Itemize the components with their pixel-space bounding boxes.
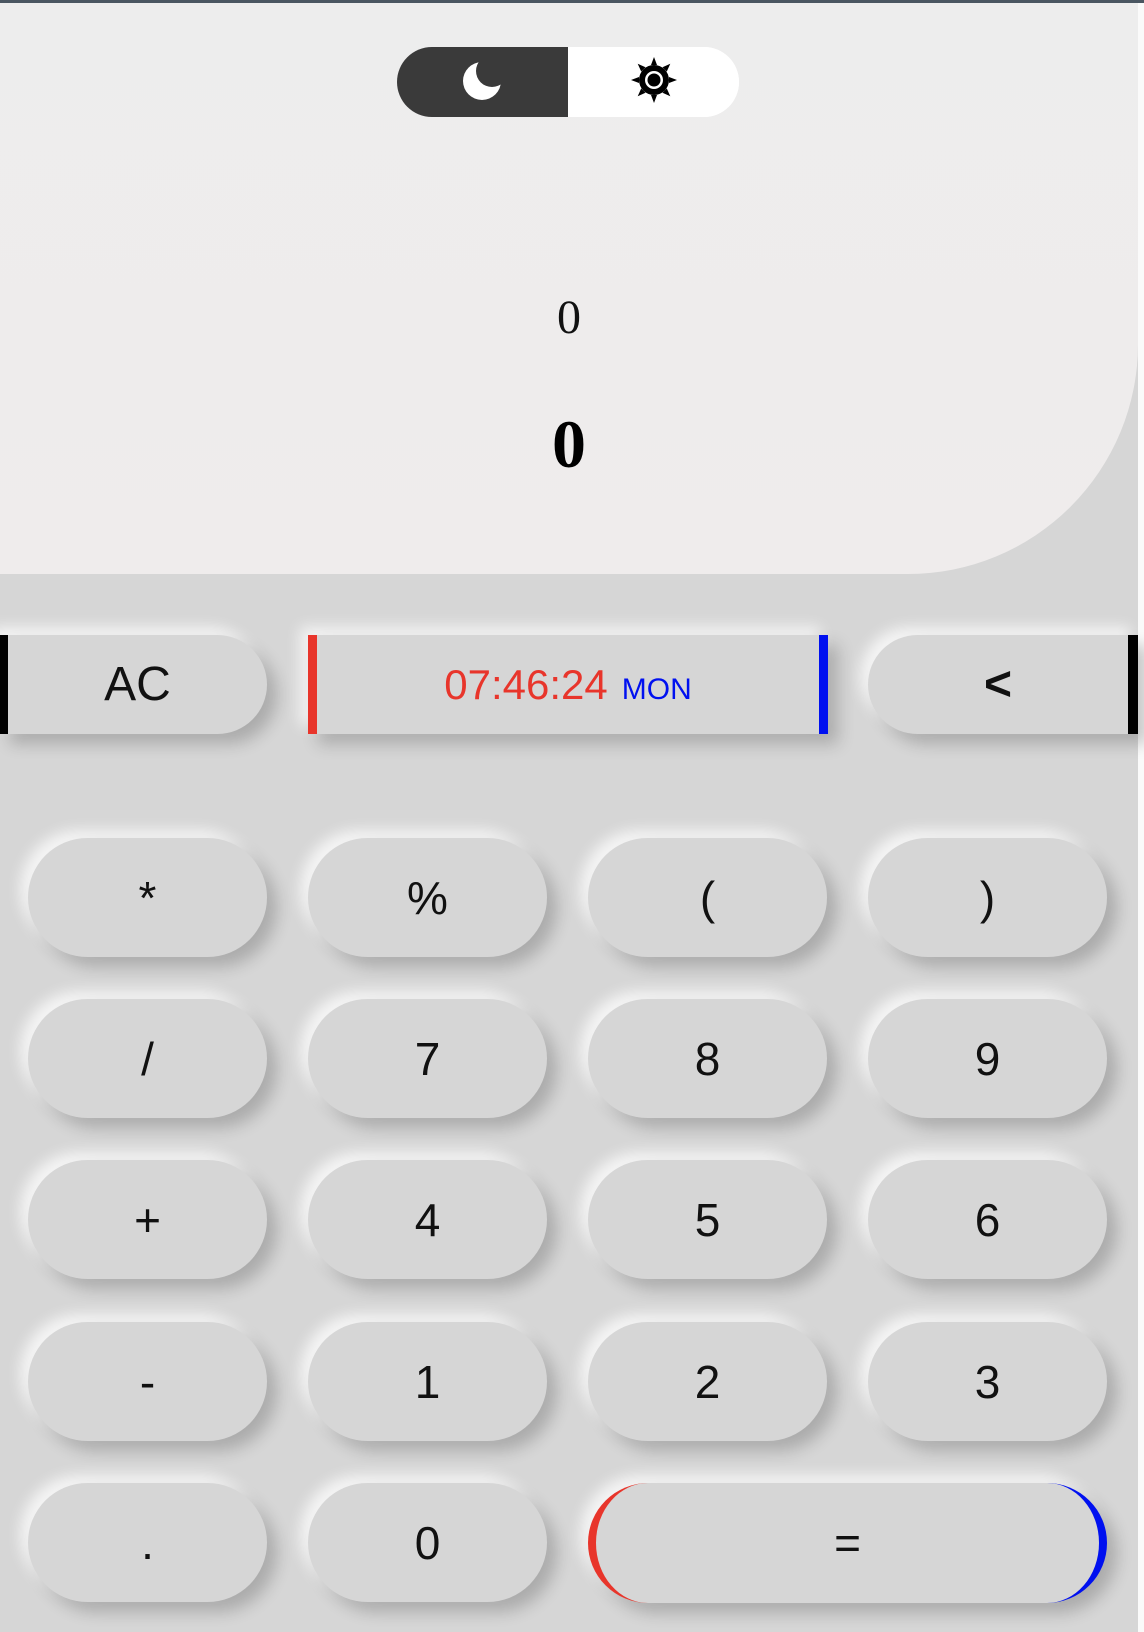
- clock-time: 07:46:24: [444, 660, 608, 708]
- moon-icon: [460, 57, 506, 108]
- subtract-button[interactable]: -: [28, 1322, 267, 1441]
- decimal-button[interactable]: .: [28, 1483, 267, 1602]
- digit-2-button[interactable]: 2: [588, 1322, 827, 1441]
- dark-mode-toggle[interactable]: [397, 47, 568, 117]
- close-paren-button[interactable]: ): [868, 838, 1107, 957]
- divide-button[interactable]: /: [28, 999, 267, 1118]
- equals-button[interactable]: =: [588, 1483, 1107, 1603]
- result-display: 0: [552, 406, 586, 482]
- digit-7-button[interactable]: 7: [308, 999, 547, 1118]
- clock-day: MON: [621, 672, 692, 706]
- digit-5-button[interactable]: 5: [588, 1160, 827, 1279]
- digit-9-button[interactable]: 9: [868, 999, 1107, 1118]
- expression-display: 0: [557, 291, 581, 344]
- digit-3-button[interactable]: 3: [868, 1322, 1107, 1441]
- percent-button[interactable]: %: [308, 838, 547, 957]
- add-button[interactable]: +: [28, 1160, 267, 1279]
- clock-panel: 07:46:24 MON: [308, 635, 828, 734]
- open-paren-button[interactable]: (: [588, 838, 827, 957]
- digit-8-button[interactable]: 8: [588, 999, 827, 1118]
- theme-toggle[interactable]: [397, 47, 739, 117]
- right-edge-strip: [1138, 3, 1144, 1632]
- backspace-button[interactable]: <: [868, 635, 1138, 734]
- multiply-button[interactable]: *: [28, 838, 267, 957]
- calculator-display: 0 0: [0, 3, 1138, 574]
- digit-1-button[interactable]: 1: [308, 1322, 547, 1441]
- digit-6-button[interactable]: 6: [868, 1160, 1107, 1279]
- digit-0-button[interactable]: 0: [308, 1483, 547, 1602]
- light-mode-toggle[interactable]: [568, 47, 739, 117]
- digit-4-button[interactable]: 4: [308, 1160, 547, 1279]
- sun-icon: [630, 56, 678, 109]
- clear-button[interactable]: AC: [0, 635, 267, 734]
